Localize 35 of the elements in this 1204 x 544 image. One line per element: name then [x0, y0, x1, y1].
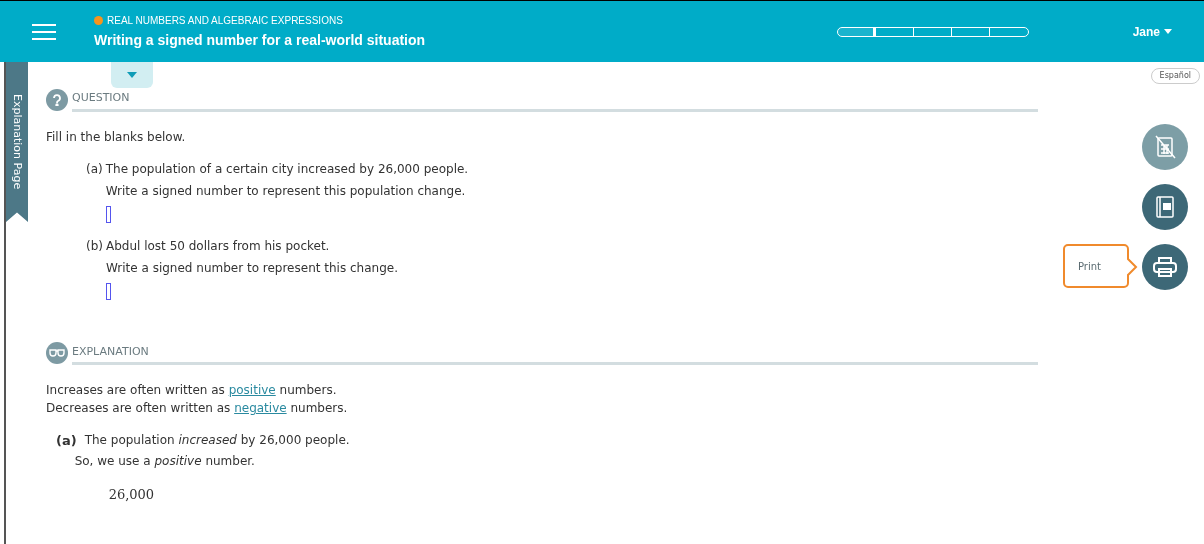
caret-icon [1164, 29, 1172, 34]
section-heading: QUESTION [72, 91, 130, 104]
section-heading: EXPLANATION [72, 344, 149, 358]
course-name: REAL NUMBERS AND ALGEBRAIC EXPRESSIONS [107, 13, 343, 28]
glasses-icon [46, 342, 68, 365]
part-label: (a) [86, 160, 103, 178]
explanation-text: Decreases are often written as negative numbers. [46, 400, 349, 417]
collapse-tab[interactable] [111, 62, 153, 88]
lesson-title: Writing a signed number for a real-world situation [94, 30, 426, 50]
question-text: Write a signed number to represent this change. [106, 259, 398, 277]
caret-icon [127, 72, 137, 78]
instruction-text: Fill in the blanks below. [46, 128, 187, 146]
menu-button[interactable] [32, 21, 56, 42]
printer-icon [1152, 255, 1178, 279]
explanation-text: The population increased by 26,000 people. [84, 432, 350, 449]
question-text: Abdul lost 50 dollars from his pocket. [106, 237, 331, 255]
part-label: (b) [86, 237, 103, 255]
glossary-link[interactable]: positive [228, 383, 276, 397]
answer-value: 26,000 [108, 486, 156, 504]
explanation-text: So, we use a positive number. [74, 453, 256, 470]
explanation-text: Increases are often written as positive numbers. [46, 382, 338, 399]
glossary-link[interactable]: negative [234, 401, 287, 415]
book-icon [1154, 195, 1176, 219]
part-label: (a) [56, 432, 77, 450]
tool-button[interactable] [1142, 244, 1188, 290]
answer-field[interactable] [105, 205, 111, 223]
user-menu[interactable]: Jane [1132, 22, 1172, 41]
tool-button[interactable] [1142, 184, 1188, 230]
tooltip: Print [1062, 244, 1138, 288]
answer-field[interactable] [106, 282, 111, 300]
question-text: The population of a certain city increased by 26,000 people. [105, 160, 469, 178]
question-text: Write a signed number to represent this population change. [105, 182, 467, 200]
calculator-icon [1154, 135, 1176, 159]
question-icon [46, 88, 68, 111]
side-tab[interactable]: Explanation Page [6, 62, 28, 222]
